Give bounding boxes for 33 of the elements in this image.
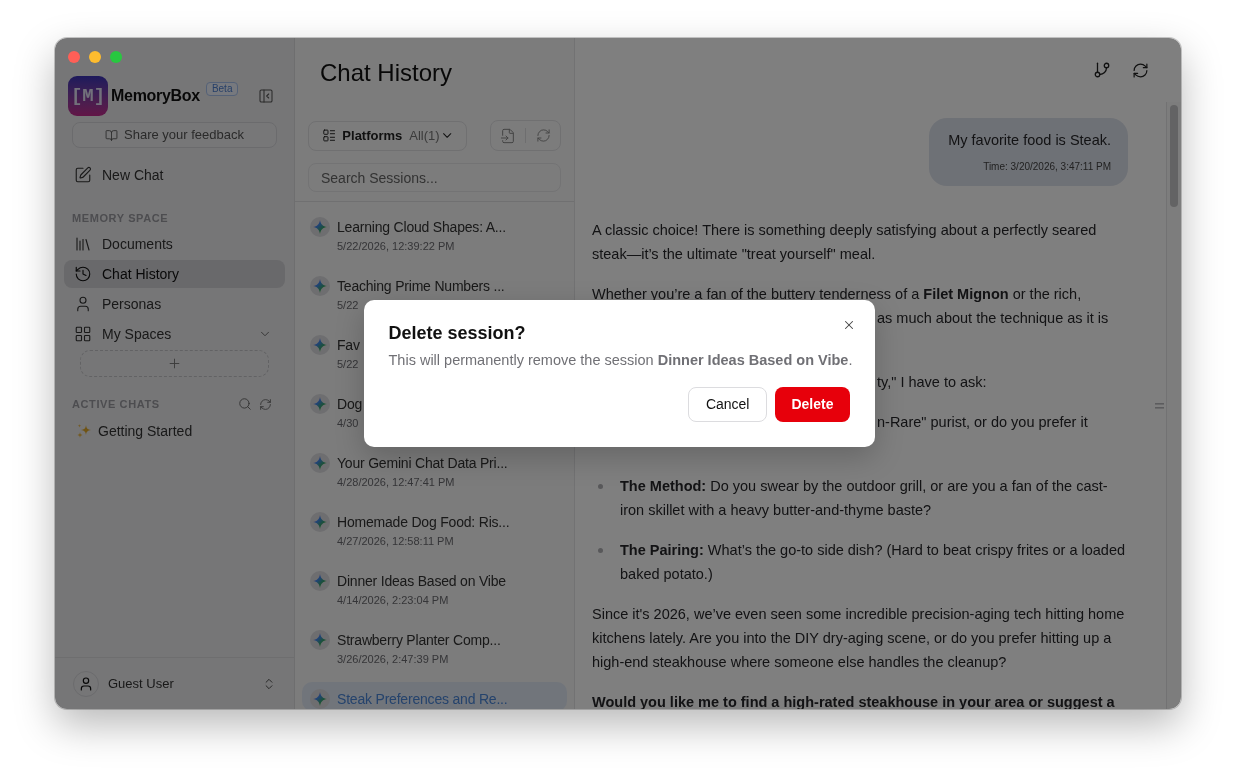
session-title: Homemade Dog Food: Ris... (337, 513, 510, 532)
session-date: 4/27/2026, 12:58:11 PM (337, 534, 454, 549)
session-title: Your Gemini Chat Data Pri... (337, 454, 508, 473)
app-logo: [M] (68, 76, 108, 116)
panel-title: Chat History (320, 58, 453, 88)
list-item-text: The Pairing: What’s the go-to side dish? (Hard to beat crispy frites or a loaded baked potato.) (620, 541, 1127, 584)
message-time: Time: 3/20/2026, 3:47:11 PM (983, 160, 1111, 174)
session-title: Fav (337, 336, 360, 355)
session-title: Steak Preferences and Re... (337, 690, 508, 709)
list-item-text: The Method: Do you swear by the outdoor grill, or are you a fan of the cast-iron skillet with a heavy butter-and-thyme baste? (620, 477, 1109, 520)
session-date: 5/22/2026, 12:39:22 PM (337, 239, 455, 254)
session-date: 3/26/2026, 2:47:39 PM (337, 652, 449, 667)
message-text: as much about the technique as it is (877, 310, 1109, 326)
message-text: My favorite food is Steak. (948, 131, 1111, 150)
dialog-title: Delete session? (388, 322, 526, 345)
app-name: MemoryBox (111, 86, 200, 106)
message-text: Whether you’re a fan of the buttery tenderness of a Filet Mignon or the rich, (592, 286, 1082, 302)
beta-badge: Beta (205, 82, 239, 96)
session-date: 4/28/2026, 12:47:41 PM (337, 475, 455, 490)
session-date: 5/22 (337, 298, 359, 313)
session-title: Teaching Prime Numbers ... (337, 277, 505, 296)
session-date: 4/30 (337, 416, 359, 431)
session-title: Learning Cloud Shapes: A... (337, 218, 506, 237)
session-title: Dinner Ideas Based on Vibe (337, 572, 506, 591)
session-title: Dog (337, 395, 363, 414)
message-text: ty," I have to ask: (877, 374, 987, 390)
session-date: 4/14/2026, 2:23:04 PM (337, 593, 449, 608)
dialog-message: This will permanently remove the session Dinner Ideas Based on Vibe. (388, 351, 853, 370)
message-paragraph: Since it's 2026, we’ve even seen some incredible precision-aging tech hitting home kitchens lately. Are you into the DIY dry-aging scene, or do you prefer hitting up a high-end steakhouse where someone else handles the cleanup? (592, 605, 1126, 672)
message-text: n-Rare" purist, or do you prefer it (877, 414, 1088, 430)
message-paragraph: A classic choice! There is something deeply satisfying about a perfectly seared steak—it’s the ultimate "treat yourself" meal. (592, 221, 1098, 264)
session-date: 5/22 (337, 357, 359, 372)
session-title: Strawberry Planter Comp... (337, 631, 501, 650)
